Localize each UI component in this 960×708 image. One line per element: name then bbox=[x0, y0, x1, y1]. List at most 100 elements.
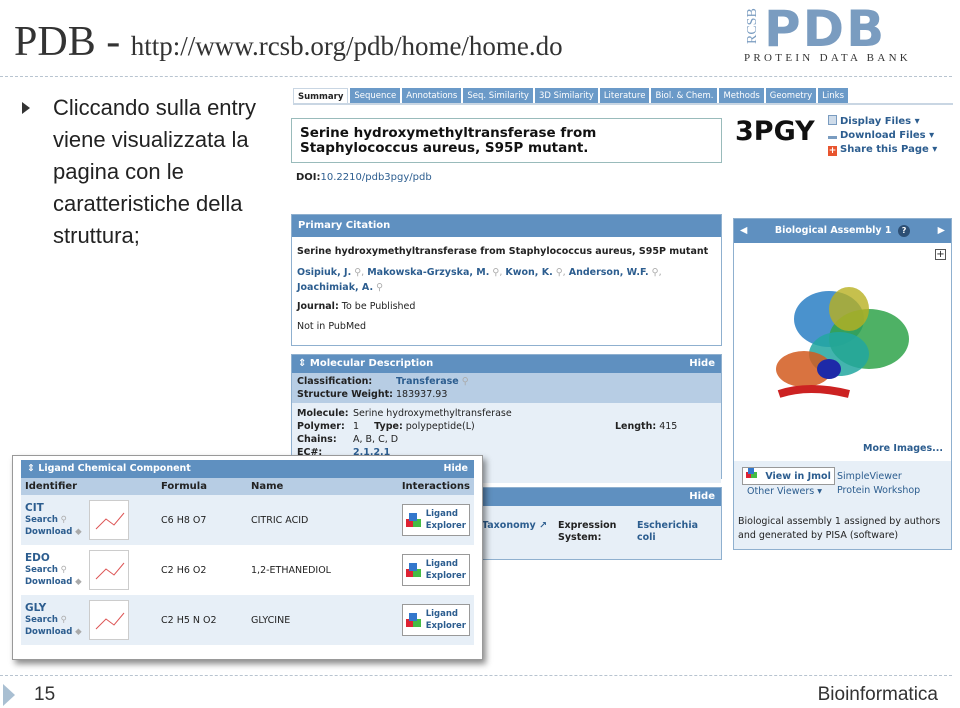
download-link[interactable]: Download ◆ bbox=[25, 526, 89, 538]
expression-system-link[interactable]: Escherichia coli bbox=[637, 520, 707, 544]
svg-text:PDB: PDB bbox=[764, 2, 886, 58]
tab-geometry[interactable]: Geometry bbox=[765, 88, 817, 103]
ligand-table: Identifier Formula Name Interactions CIT… bbox=[21, 478, 474, 645]
download-icon bbox=[828, 129, 837, 139]
author-list: Osipiuk, J. ⚲, Makowska-Grzyska, M. ⚲, K… bbox=[292, 257, 721, 295]
slide-title: PDB - http://www.rcsb.org/pdb/home/home.… bbox=[14, 19, 563, 65]
ligand-structure-image[interactable] bbox=[89, 600, 129, 640]
search-link[interactable]: Search ⚲ bbox=[25, 614, 89, 626]
document-icon bbox=[828, 115, 837, 125]
tab-biol-chem-[interactable]: Biol. & Chem. bbox=[651, 88, 718, 103]
search-icon[interactable]: ⚲ bbox=[373, 282, 383, 293]
rcsb-pdb-logo: RCSB PDB PROTEIN DATA BANK bbox=[744, 2, 911, 64]
entry-title: Serine hydroxymethyltransferase from Sta… bbox=[291, 118, 722, 163]
ligand-explorer-button[interactable]: Ligand Explorer bbox=[402, 604, 470, 636]
footer-label: Bioinformatica bbox=[817, 684, 938, 705]
svg-text:PROTEIN DATA BANK: PROTEIN DATA BANK bbox=[744, 52, 911, 64]
download-icon: ◆ bbox=[72, 627, 82, 637]
footer-divider bbox=[0, 675, 952, 676]
search-icon: ⚲ bbox=[461, 376, 469, 387]
plus-icon: + bbox=[828, 146, 837, 156]
formula: C2 H6 O2 bbox=[161, 564, 207, 576]
hide-button[interactable]: Hide bbox=[689, 355, 715, 373]
ligand-explorer-button[interactable]: Ligand Explorer bbox=[402, 554, 470, 586]
download-link[interactable]: Download ◆ bbox=[25, 626, 89, 638]
search-icon[interactable]: ⚲, bbox=[489, 267, 505, 278]
primary-citation-panel: Primary Citation Serine hydroxymethyltra… bbox=[291, 214, 722, 346]
expand-icon[interactable]: + bbox=[935, 249, 946, 260]
bullet-triangle-icon bbox=[22, 102, 30, 114]
share-page-link[interactable]: + Share this Page ▾ bbox=[828, 143, 937, 157]
search-icon[interactable]: ⚲, bbox=[649, 267, 662, 278]
ligand-explorer-button[interactable]: Ligand Explorer bbox=[402, 504, 470, 536]
panel-title[interactable]: ⇕ Ligand Chemical Component bbox=[27, 460, 191, 478]
pubmed-status: Not in PubMed bbox=[297, 321, 367, 332]
ligand-name: CITRIC ACID bbox=[247, 495, 369, 545]
ligand-explorer-icon bbox=[406, 562, 422, 578]
search-icon[interactable]: ⚲, bbox=[351, 267, 367, 278]
classification-link[interactable]: Transferase bbox=[396, 376, 459, 387]
assembly-note: Biological assembly 1 assigned by author… bbox=[738, 516, 941, 541]
ligand-id-link[interactable]: EDO bbox=[25, 552, 89, 564]
ligand-id-link[interactable]: CIT bbox=[25, 502, 89, 514]
tab-seq-similarity[interactable]: Seq. Similarity bbox=[463, 88, 533, 103]
ligand-name: 1,2-ETHANEDIOL bbox=[251, 564, 331, 576]
view-in-jmol-button[interactable]: View in Jmol bbox=[742, 467, 835, 485]
author-link[interactable]: Kwon, K. bbox=[505, 267, 552, 278]
help-icon[interactable]: ? bbox=[898, 225, 911, 237]
hide-button[interactable]: Hide bbox=[444, 460, 468, 478]
download-link[interactable]: Download ◆ bbox=[25, 576, 89, 588]
tab-sequence[interactable]: Sequence bbox=[350, 88, 401, 103]
hide-button[interactable]: Hide bbox=[689, 488, 715, 506]
tab-summary[interactable]: Summary bbox=[293, 88, 349, 103]
ligand-structure-image[interactable] bbox=[89, 550, 129, 590]
display-files-link[interactable]: Display Files ▾ bbox=[828, 115, 937, 129]
author-link[interactable]: Makowska-Grzyska, M. bbox=[367, 267, 489, 278]
protein-structure-image[interactable] bbox=[769, 269, 919, 419]
download-icon: ◆ bbox=[72, 577, 82, 587]
more-images-link[interactable]: More Images... bbox=[863, 443, 943, 454]
ligand-structure-image[interactable] bbox=[89, 500, 129, 540]
ligand-name: GLYCINE bbox=[247, 595, 369, 645]
tab-methods[interactable]: Methods bbox=[719, 88, 764, 103]
citation-title: Serine hydroxymethyltransferase from Sta… bbox=[297, 246, 709, 257]
table-row: GLY Search ⚲ Download ◆ C2 H5 N O2 GLYCINE … bbox=[21, 595, 474, 645]
doi: DOI:10.2210/pdb3pgy/pdb bbox=[296, 172, 432, 183]
other-viewers-dropdown[interactable]: Other Viewers ▾ bbox=[747, 486, 822, 497]
tab-literature[interactable]: Literature bbox=[599, 88, 650, 103]
tab-bar: Summary Sequence Annotations Seq. Similarit… bbox=[293, 88, 953, 105]
previous-arrow-icon[interactable]: ◀ bbox=[740, 219, 747, 243]
search-icon[interactable]: ⚲, bbox=[553, 267, 569, 278]
download-icon: ◆ bbox=[72, 527, 82, 537]
ligand-chemical-component-panel: ⇕ Ligand Chemical Component Hide Identifi… bbox=[12, 455, 483, 660]
ligand-explorer-icon bbox=[406, 512, 422, 528]
formula: C2 H5 N O2 bbox=[157, 595, 247, 645]
next-arrow-icon[interactable]: ▶ bbox=[938, 219, 945, 243]
doi-link[interactable]: 10.2210/pdb3pgy/pdb bbox=[321, 172, 432, 183]
tab-annotations[interactable]: Annotations bbox=[402, 88, 462, 103]
search-icon: ⚲ bbox=[57, 515, 67, 525]
panel-header: Primary Citation bbox=[292, 215, 721, 237]
tab-3d-similarity[interactable]: 3D Similarity bbox=[534, 88, 598, 103]
tab-links[interactable]: Links bbox=[818, 88, 849, 103]
protein-workshop-link[interactable]: Protein Workshop bbox=[837, 485, 920, 496]
search-link[interactable]: Search ⚲ bbox=[25, 514, 89, 526]
author-link[interactable]: Joachimiak, A. bbox=[297, 282, 373, 293]
author-link[interactable]: Anderson, W.F. bbox=[569, 267, 649, 278]
ligand-id-link[interactable]: GLY bbox=[25, 602, 89, 614]
page-number: 15 bbox=[34, 684, 56, 705]
taxonomy-link[interactable]: Taxonomy ↗ bbox=[482, 520, 547, 531]
table-row: CIT Search ⚲ Download ◆ C6 H8 O7 CITRIC ACI… bbox=[21, 495, 474, 545]
search-link[interactable]: Search ⚲ bbox=[25, 564, 89, 576]
divider bbox=[0, 76, 952, 77]
simpleviewer-link[interactable]: SimpleViewer bbox=[837, 471, 902, 482]
panel-title[interactable]: ⇕ Molecular Description bbox=[298, 355, 433, 373]
biological-assembly-panel: ◀ Biological Assembly 1 ? ▶ + More Image… bbox=[733, 218, 952, 550]
pdb-id: 3PGY bbox=[735, 116, 815, 147]
download-files-link[interactable]: Download Files ▾ bbox=[828, 129, 937, 143]
author-link[interactable]: Osipiuk, J. bbox=[297, 267, 351, 278]
table-row: EDO Search ⚲ Download ◆ C2 H6 O2 1,2-ETHANE… bbox=[21, 545, 474, 595]
footer-triangle-icon bbox=[3, 684, 15, 706]
svg-text:RCSB: RCSB bbox=[745, 8, 760, 44]
search-icon: ⚲ bbox=[57, 615, 67, 625]
